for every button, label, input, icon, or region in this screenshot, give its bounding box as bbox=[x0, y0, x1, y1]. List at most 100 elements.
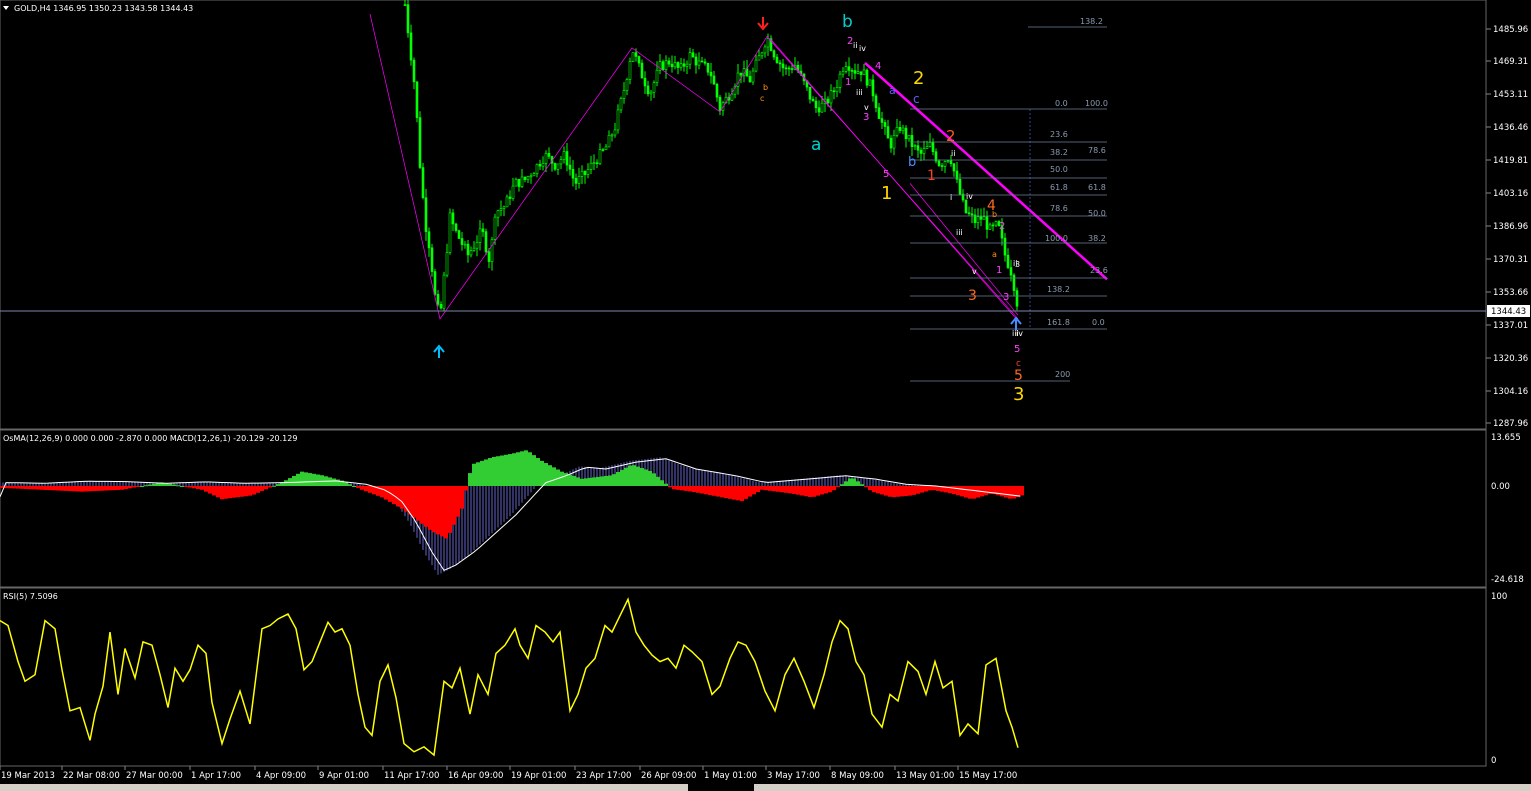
candle-body bbox=[490, 239, 494, 262]
candle-body bbox=[1009, 267, 1013, 276]
osma-bar bbox=[148, 484, 152, 486]
candle-body bbox=[595, 162, 599, 165]
osma-bar bbox=[752, 486, 756, 495]
candle-body bbox=[502, 206, 506, 209]
current-price-label: 1344.43 bbox=[1491, 307, 1526, 317]
price-tick-label: 1304.16 bbox=[1493, 387, 1528, 397]
candle-body bbox=[910, 135, 914, 147]
osma-bar bbox=[888, 486, 892, 497]
candle-body bbox=[514, 178, 518, 187]
osma-bar bbox=[740, 486, 744, 502]
candle-body bbox=[1003, 237, 1007, 256]
osma-pane[interactable] bbox=[0, 429, 1487, 588]
main-pane[interactable] bbox=[0, 0, 1487, 430]
osma-bar bbox=[504, 454, 508, 486]
osma-bar bbox=[904, 486, 908, 497]
osma-bar bbox=[796, 486, 800, 495]
candle-body bbox=[988, 224, 992, 230]
osma-bar bbox=[60, 486, 64, 491]
osma-bar bbox=[636, 466, 640, 486]
osma-bar bbox=[792, 486, 796, 494]
osma-bar bbox=[84, 486, 88, 492]
candle-body bbox=[868, 79, 872, 86]
rsi-tick-label: 0 bbox=[1491, 756, 1496, 766]
candle-body bbox=[784, 67, 788, 70]
candle-body bbox=[418, 117, 422, 168]
chart-canvas[interactable]: GOLD,H4 1346.95 1350.23 1343.58 1344.43 … bbox=[0, 0, 1531, 791]
candle-body bbox=[646, 85, 650, 95]
fib-level-label: 23.6 bbox=[1050, 130, 1068, 139]
candle-body bbox=[538, 163, 542, 167]
osma-bar bbox=[116, 486, 120, 490]
osma-bar bbox=[228, 486, 232, 499]
candle-body bbox=[577, 176, 581, 184]
osma-bar bbox=[176, 485, 180, 487]
osma-bar bbox=[712, 486, 716, 496]
candle-body bbox=[814, 100, 818, 109]
candle-body bbox=[493, 216, 497, 240]
fib-level-label: 0.0 bbox=[1055, 99, 1068, 108]
candle-body bbox=[460, 238, 464, 245]
candle-body bbox=[655, 69, 659, 83]
osma-bar bbox=[568, 474, 572, 486]
osma-bar bbox=[380, 486, 384, 498]
osma-bar bbox=[356, 486, 360, 488]
osma-bar bbox=[772, 486, 776, 492]
candle-body bbox=[760, 52, 764, 57]
candle-body bbox=[403, 4, 407, 6]
candle-body bbox=[856, 71, 860, 74]
osma-bar bbox=[444, 486, 448, 539]
candle-body bbox=[898, 126, 902, 131]
candle-body bbox=[544, 153, 548, 164]
candle-body bbox=[994, 221, 998, 226]
osma-bar bbox=[876, 486, 880, 494]
osma-bar bbox=[52, 486, 56, 491]
candle-body bbox=[922, 148, 926, 154]
osma-bar bbox=[316, 474, 320, 486]
osma-bar bbox=[596, 476, 600, 486]
wave-label: 2 bbox=[913, 68, 924, 89]
candle-body bbox=[706, 62, 710, 73]
osma-bar bbox=[44, 486, 48, 490]
wave-label: b bbox=[908, 155, 916, 170]
time-tick-label: 1 May 01:00 bbox=[704, 771, 757, 781]
osma-bar bbox=[100, 486, 104, 491]
osma-bar bbox=[688, 486, 692, 492]
candle-body bbox=[787, 67, 791, 70]
wave-label: b bbox=[763, 83, 768, 92]
osma-bar bbox=[800, 486, 804, 496]
osma-bar bbox=[276, 484, 280, 486]
osma-bar bbox=[120, 486, 124, 490]
time-tick-label: 23 Apr 17:00 bbox=[576, 771, 631, 781]
osma-bar bbox=[860, 484, 864, 486]
osma-bar bbox=[784, 486, 788, 493]
tab-strip-right[interactable] bbox=[754, 784, 1531, 791]
candle-body bbox=[952, 163, 956, 172]
time-axis: 19 Mar 2013 22 Mar 08:00 27 Mar 00:00 1 Apr… bbox=[0, 766, 1017, 781]
osma-bar bbox=[956, 486, 960, 496]
wave-label: 5 bbox=[1014, 368, 1023, 384]
candle-body bbox=[427, 231, 431, 249]
wave-label: 3 bbox=[863, 112, 869, 123]
osma-bar bbox=[620, 469, 624, 486]
candle-body bbox=[958, 178, 962, 195]
candle-body bbox=[967, 212, 971, 215]
candle-body bbox=[439, 304, 443, 309]
wave-label: 5 bbox=[1014, 344, 1020, 355]
tab-strip[interactable] bbox=[0, 784, 688, 791]
osma-bar bbox=[552, 467, 556, 486]
osma-bar bbox=[896, 486, 900, 497]
osma-bar bbox=[848, 478, 852, 486]
osma-bar bbox=[928, 486, 932, 491]
osma-bar bbox=[960, 486, 964, 497]
candle-body bbox=[448, 212, 452, 253]
candle-body bbox=[625, 79, 629, 91]
price-tick-label: 1453.11 bbox=[1493, 90, 1528, 100]
osma-bar bbox=[952, 486, 956, 495]
osma-bar bbox=[628, 465, 632, 486]
time-tick-label: 27 Mar 00:00 bbox=[126, 771, 183, 781]
osma-bar bbox=[672, 486, 676, 490]
candle-body bbox=[820, 102, 824, 113]
fib-level-label: 50.0 bbox=[1050, 165, 1068, 174]
osma-bar bbox=[540, 460, 544, 486]
